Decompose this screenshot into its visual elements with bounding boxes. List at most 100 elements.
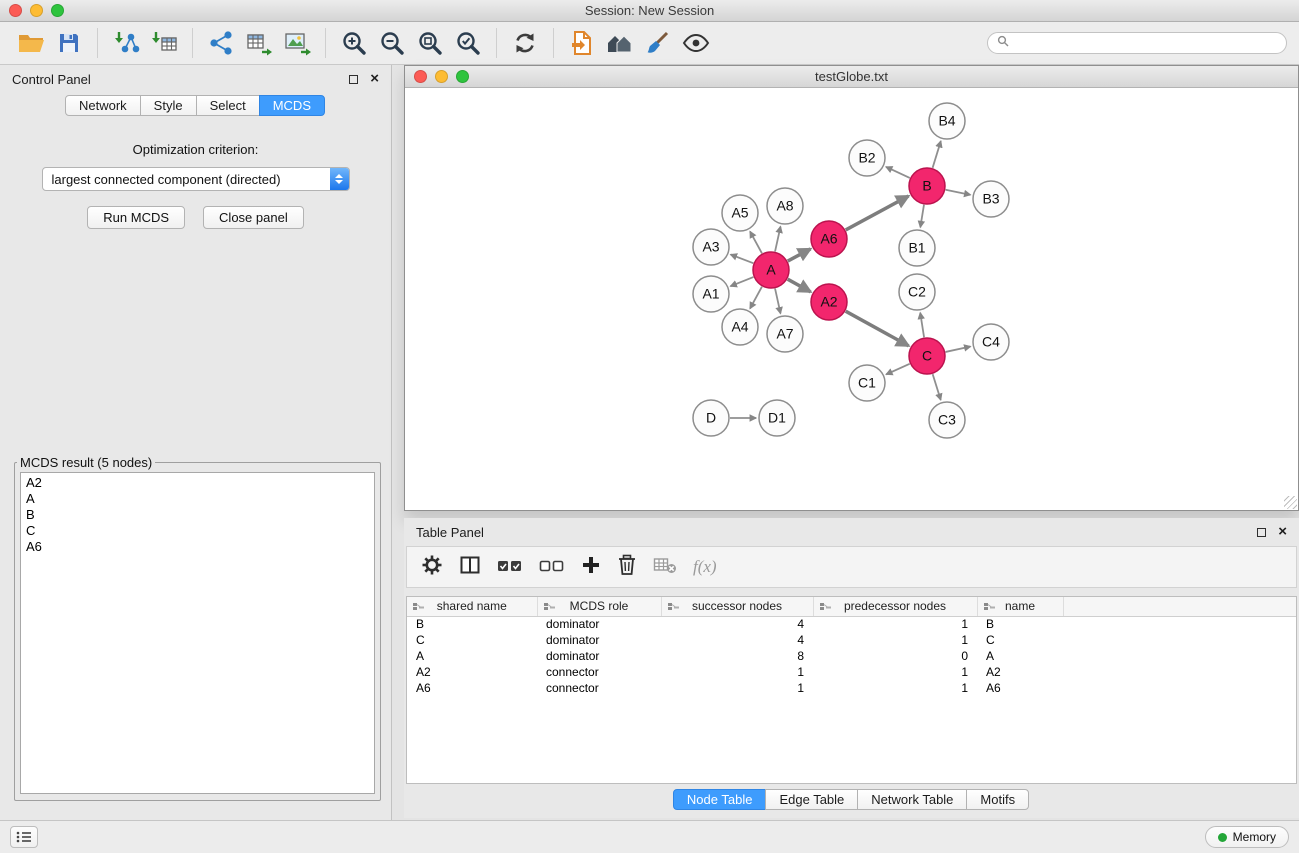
open-session-icon[interactable] <box>563 26 601 60</box>
float-table-panel-icon[interactable] <box>1257 528 1266 537</box>
network-minimize-button[interactable] <box>435 70 448 83</box>
tab-style[interactable]: Style <box>140 95 197 116</box>
table-cell[interactable]: A <box>977 648 1063 664</box>
node-C3[interactable]: C3 <box>929 402 965 438</box>
tab-mcds[interactable]: MCDS <box>259 95 325 116</box>
table-row[interactable]: A2connector11A2 <box>407 664 1296 680</box>
table-cell[interactable]: B <box>407 616 537 632</box>
table-cell[interactable]: A6 <box>407 680 537 696</box>
tab-edge-table[interactable]: Edge Table <box>765 789 858 810</box>
table-cell[interactable]: A2 <box>407 664 537 680</box>
zoom-in-icon[interactable] <box>335 26 373 60</box>
zoom-fit-icon[interactable] <box>411 26 449 60</box>
minimize-window-button[interactable] <box>30 4 43 17</box>
node-C[interactable]: C <box>909 338 945 374</box>
edge-C-C2[interactable] <box>920 313 924 337</box>
mcds-result-item[interactable]: B <box>26 507 369 523</box>
edge-B-B2[interactable] <box>886 167 910 178</box>
node-A5[interactable]: A5 <box>722 195 758 231</box>
table-cell[interactable]: 1 <box>661 664 813 680</box>
table-cell[interactable]: dominator <box>537 632 661 648</box>
node-C2[interactable]: C2 <box>899 274 935 310</box>
memory-button[interactable]: Memory <box>1205 826 1289 848</box>
tab-select[interactable]: Select <box>196 95 260 116</box>
table-row[interactable]: Bdominator41B <box>407 616 1296 632</box>
column-header-shared-name[interactable]: shared name <box>407 597 537 616</box>
mcds-result-item[interactable]: A6 <box>26 539 369 555</box>
table-cell[interactable]: 1 <box>661 680 813 696</box>
node-B1[interactable]: B1 <box>899 230 935 266</box>
edge-C-C1[interactable] <box>886 364 910 375</box>
edge-B-B1[interactable] <box>920 205 924 228</box>
settings-gear-icon[interactable] <box>421 554 443 581</box>
edge-B-B4[interactable] <box>933 141 941 168</box>
table-cell[interactable]: 1 <box>813 632 977 648</box>
node-B4[interactable]: B4 <box>929 103 965 139</box>
delete-rows-icon[interactable] <box>617 554 637 581</box>
edge-A-A3[interactable] <box>731 255 754 264</box>
table-cell[interactable]: 1 <box>813 616 977 632</box>
run-mcds-button[interactable]: Run MCDS <box>87 206 185 229</box>
table-cell[interactable]: A <box>407 648 537 664</box>
float-panel-icon[interactable] <box>349 75 358 84</box>
zoom-selected-icon[interactable] <box>449 26 487 60</box>
save-session-icon[interactable] <box>50 26 88 60</box>
style-brush-icon[interactable] <box>639 26 677 60</box>
network-window-titlebar[interactable]: testGlobe.txt <box>405 66 1298 88</box>
column-header-predecessor-nodes[interactable]: predecessor nodes <box>813 597 977 616</box>
node-A4[interactable]: A4 <box>722 309 758 345</box>
table-cell[interactable]: dominator <box>537 648 661 664</box>
table-cell[interactable]: A2 <box>977 664 1063 680</box>
tab-motifs[interactable]: Motifs <box>966 789 1029 810</box>
table-cell[interactable]: 8 <box>661 648 813 664</box>
edge-C-C3[interactable] <box>933 374 941 400</box>
close-panel-icon[interactable]: × <box>370 74 379 84</box>
table-cell[interactable]: 4 <box>661 632 813 648</box>
table-cell[interactable]: C <box>977 632 1063 648</box>
import-network-icon[interactable] <box>107 26 145 60</box>
tab-network-table[interactable]: Network Table <box>857 789 967 810</box>
node-A3[interactable]: A3 <box>693 229 729 265</box>
delete-table-icon[interactable] <box>653 555 677 580</box>
node-A1[interactable]: A1 <box>693 276 729 312</box>
column-header-mcds-role[interactable]: MCDS role <box>537 597 661 616</box>
table-cell[interactable]: dominator <box>537 616 661 632</box>
node-A[interactable]: A <box>753 252 789 288</box>
zoom-window-button[interactable] <box>51 4 64 17</box>
network-zoom-button[interactable] <box>456 70 469 83</box>
search-input[interactable] <box>1015 36 1277 50</box>
edge-A2-C[interactable] <box>846 311 909 346</box>
edge-A-A7[interactable] <box>775 289 780 314</box>
table-row[interactable]: Cdominator41C <box>407 632 1296 648</box>
edge-A-A5[interactable] <box>750 231 762 253</box>
column-header-name[interactable]: name <box>977 597 1063 616</box>
home-icon[interactable] <box>601 26 639 60</box>
dropdown-stepper-icon[interactable] <box>330 168 349 190</box>
table-row[interactable]: Adominator80A <box>407 648 1296 664</box>
tab-node-table[interactable]: Node Table <box>673 789 767 810</box>
deselect-all-icon[interactable] <box>539 556 565 579</box>
export-table-icon[interactable] <box>240 26 278 60</box>
optimization-criterion-dropdown[interactable]: largest connected component (directed) <box>42 167 350 191</box>
table-cell[interactable]: 1 <box>813 680 977 696</box>
node-A7[interactable]: A7 <box>767 316 803 352</box>
node-B[interactable]: B <box>909 168 945 204</box>
node-A6[interactable]: A6 <box>811 221 847 257</box>
table-cell[interactable]: 4 <box>661 616 813 632</box>
table-cell[interactable]: connector <box>537 680 661 696</box>
tab-network[interactable]: Network <box>65 95 141 116</box>
table-cell[interactable]: 1 <box>813 664 977 680</box>
add-row-icon[interactable] <box>581 555 601 580</box>
table-cell[interactable]: 0 <box>813 648 977 664</box>
node-D[interactable]: D <box>693 400 729 436</box>
open-file-icon[interactable] <box>12 26 50 60</box>
table-cell[interactable]: B <box>977 616 1063 632</box>
edge-A-A1[interactable] <box>730 277 753 286</box>
table-cell[interactable]: C <box>407 632 537 648</box>
search-box[interactable] <box>987 32 1287 54</box>
edge-A6-B[interactable] <box>846 196 909 230</box>
table-cell[interactable]: A6 <box>977 680 1063 696</box>
show-graphics-details-icon[interactable] <box>677 26 715 60</box>
network-close-button[interactable] <box>414 70 427 83</box>
network-graph[interactable]: B4B2BB3A5A8A6B1A3AC2A1A2A4A7C4CC1C3DD1 <box>405 88 1298 510</box>
